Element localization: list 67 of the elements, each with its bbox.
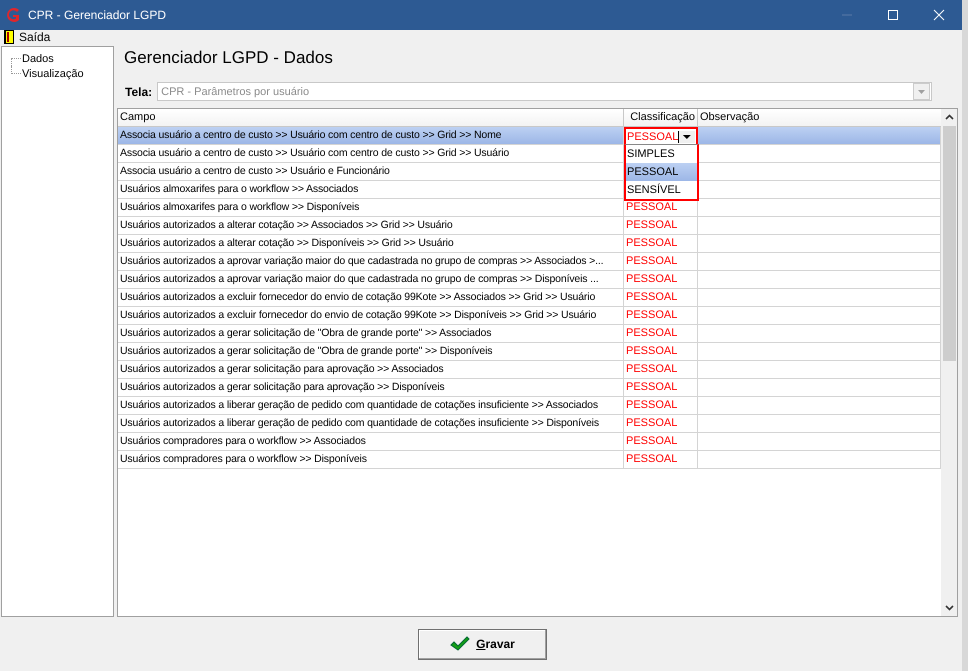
exit-door-icon xyxy=(4,30,14,44)
table-row[interactable]: Usuários autorizados a gerar solicitação para aprovação >> Associados PESSOAL xyxy=(118,361,941,379)
table-cell: Associa usuário a centro de custo >> Usuário com centro de custo >> Grid >> Usuário xyxy=(118,145,624,162)
tree-item[interactable]: Visualização xyxy=(21,68,84,80)
table-cell: PESSOAL xyxy=(626,255,678,267)
table-cell: Usuários autorizados a gerar solicitação para aprovação >> Associados xyxy=(118,361,624,378)
table-cell: Usuários autorizados a gerar solicitação para aprovação >> Disponíveis xyxy=(118,379,624,396)
table-row[interactable]: Usuários autorizados a excluir fornecedor do envio de cotação 99Kote >> Associados >> Grid >> Usuário PESSOAL xyxy=(118,289,941,307)
vertical-scrollbar[interactable] xyxy=(941,109,957,616)
table-row[interactable]: Usuários autorizados a aprovar variação maior do que cadastrada no grupo de compras >> Disponíveis ... PESSOAL xyxy=(118,271,941,289)
column-header[interactable]: Campo xyxy=(118,109,624,126)
table-cell: Usuários autorizados a aprovar variação maior do que cadastrada no grupo de compras >> Associados >... xyxy=(118,253,624,270)
table-row[interactable]: Usuários autorizados a liberar geração de pedido com quantidade de cotações insuficiente >> Associados PESSOAL xyxy=(118,397,941,415)
table-cell: Usuários almoxarifes para o workflow >> Disponíveis xyxy=(118,199,624,216)
table-row[interactable]: Usuários autorizados a gerar solicitação para aprovação >> Disponíveis PESSOAL xyxy=(118,379,941,397)
table-cell: Usuários autorizados a gerar solicitação de "Obra de grande porte" >> Associados xyxy=(118,325,624,342)
table-row[interactable]: Usuários autorizados a excluir fornecedor do envio de cotação 99Kote >> Disponíveis >> Grid >> Usuário PESSOAL xyxy=(118,307,941,325)
table-cell: PESSOAL xyxy=(626,381,678,393)
menu-item[interactable]: Saída xyxy=(4,30,50,44)
table-cell: PESSOAL xyxy=(626,435,678,447)
table-row[interactable]: Usuários autorizados a liberar geração de pedido com quantidade de cotações insuficiente >> Disponíveis PESSOAL xyxy=(118,415,941,433)
table-cell: Usuários autorizados a liberar geração de pedido com quantidade de cotações insuficiente >> Disponíveis xyxy=(118,415,624,432)
table-cell: PESSOAL xyxy=(626,309,678,321)
table-row[interactable]: Usuários autorizados a alterar cotação >> Associados >> Grid >> Usuário PESSOAL xyxy=(118,217,941,235)
table-cell: PESSOAL xyxy=(626,327,678,339)
page-heading: Gerenciador LGPD - Dados xyxy=(124,48,334,69)
dropdown-option[interactable]: PESSOAL xyxy=(626,163,697,181)
table-row[interactable]: Usuários autorizados a aprovar variação maior do que cadastrada no grupo de compras >> Associados >... PESSOAL xyxy=(118,253,941,271)
table-cell: Associa usuário a centro de custo >> Usuário e Funcionário xyxy=(118,163,624,180)
table-cell: PESSOAL xyxy=(626,291,678,303)
table-row[interactable]: Usuários autorizados a alterar cotação >> Disponíveis >> Grid >> Usuário PESSOAL xyxy=(118,235,941,253)
table-cell: Usuários compradores para o workflow >> Associados xyxy=(118,433,624,450)
table-cell: PESSOAL xyxy=(626,399,678,411)
tree-item[interactable]: Dados xyxy=(21,52,54,64)
table-cell: PESSOAL xyxy=(626,219,678,231)
table-cell: Usuários compradores para o workflow >> Disponíveis xyxy=(118,451,624,468)
table-cell: PESSOAL xyxy=(626,273,678,285)
save-button[interactable]: Gravar xyxy=(418,628,547,660)
column-header[interactable]: Classificação xyxy=(624,109,698,126)
table-row[interactable]: Usuários compradores para o workflow >> Disponíveis PESSOAL xyxy=(118,451,941,469)
table-row[interactable]: Usuários autorizados a gerar solicitação de "Obra de grande porte" >> Associados PESSOAL xyxy=(118,325,941,343)
table-cell: Usuários almoxarifes para o workflow >> Associados xyxy=(118,181,624,198)
table-cell: Usuários autorizados a aprovar variação maior do que cadastrada no grupo de compras >> Disponíveis ... xyxy=(118,271,624,288)
field-label: Tela: xyxy=(125,84,152,98)
table-cell: Usuários autorizados a liberar geração de pedido com quantidade de cotações insuficiente >> Associados xyxy=(118,397,624,414)
dropdown-option[interactable]: SIMPLES xyxy=(626,145,697,163)
table-cell: PESSOAL xyxy=(626,453,678,465)
table-row[interactable]: Usuários compradores para o workflow >> Associados PESSOAL xyxy=(118,433,941,451)
dropdown-option[interactable]: SENSÍVEL xyxy=(626,181,697,199)
table-cell: PESSOAL xyxy=(626,363,678,375)
app-logo-icon xyxy=(4,6,22,24)
table-cell: PESSOAL xyxy=(626,417,678,429)
checkmark-icon xyxy=(450,635,470,653)
table-cell: Usuários autorizados a excluir fornecedor do envio de cotação 99Kote >> Disponíveis >> Grid >> Usuário xyxy=(118,307,624,324)
table-row[interactable]: Usuários autorizados a gerar solicitação de "Obra de grande porte" >> Disponíveis PESSOAL xyxy=(118,343,941,361)
column-header[interactable]: Observação xyxy=(698,109,941,126)
table-cell: PESSOAL xyxy=(626,237,678,249)
scrollbar-thumb[interactable] xyxy=(942,126,956,361)
table-row[interactable]: Usuários almoxarifes para o workflow >> Disponíveis PESSOAL xyxy=(118,199,941,217)
table-cell: Usuários autorizados a alterar cotação >> Disponíveis >> Grid >> Usuário xyxy=(118,235,624,252)
table-cell: Usuários autorizados a excluir fornecedor do envio de cotação 99Kote >> Associados >> Grid >> Usuário xyxy=(118,289,624,306)
table-cell: PESSOAL xyxy=(626,201,678,213)
classification-dropdown[interactable]: PESSOAL xyxy=(624,127,698,145)
table-cell: PESSOAL xyxy=(626,345,678,357)
table-cell: Usuários autorizados a alterar cotação >> Associados >> Grid >> Usuário xyxy=(118,217,624,234)
window-title: CPR - Gerenciador LGPD xyxy=(28,8,166,22)
table-cell: Usuários autorizados a gerar solicitação de "Obra de grande porte" >> Disponíveis xyxy=(118,343,624,360)
